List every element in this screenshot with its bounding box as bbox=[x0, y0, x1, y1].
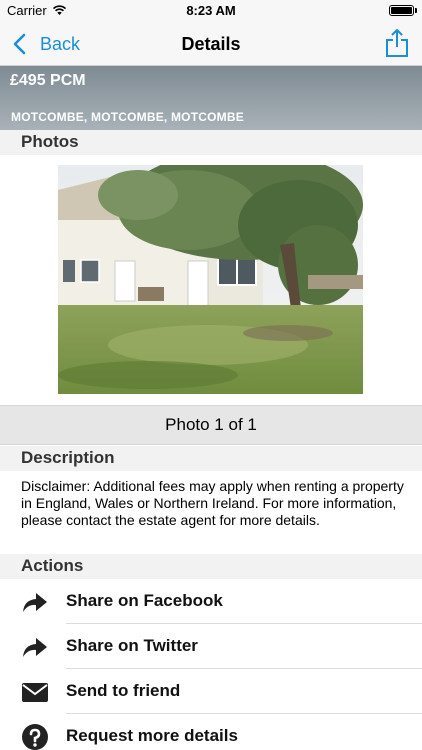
share-arrow-icon bbox=[23, 638, 47, 657]
battery-tip bbox=[415, 8, 417, 13]
status-bar: Carrier 8:23 AM bbox=[0, 0, 422, 22]
share-facebook-label: Share on Facebook bbox=[66, 591, 223, 610]
share-arrow-icon bbox=[23, 593, 47, 612]
request-details-label: Request more details bbox=[66, 726, 238, 745]
photo-container bbox=[0, 155, 422, 405]
send-to-friend-label: Send to friend bbox=[66, 681, 181, 700]
share-facebook-row[interactable]: Share on Facebook bbox=[0, 579, 422, 624]
battery-icon bbox=[389, 5, 414, 16]
share-twitter-label: Share on Twitter bbox=[66, 636, 198, 655]
status-time: 8:23 AM bbox=[186, 3, 236, 18]
photos-section-header: Photos bbox=[0, 130, 422, 155]
photos-section-label: Photos bbox=[21, 132, 79, 151]
request-details-row[interactable]: Request more details bbox=[0, 714, 422, 750]
description-text: Disclaimer: Additional fees may apply wh… bbox=[21, 478, 404, 528]
price-label: £495 PCM bbox=[10, 72, 86, 89]
photo-counter: Photo 1 of 1 bbox=[0, 405, 422, 445]
property-photo[interactable] bbox=[58, 165, 363, 394]
back-button[interactable]: Back bbox=[10, 30, 80, 58]
navigation-bar: Back Details bbox=[0, 22, 422, 66]
actions-section-label: Actions bbox=[21, 556, 84, 575]
back-label: Back bbox=[40, 33, 81, 54]
price-header: £495 PCM MOTCOMBE, MOTCOMBE, MOTCOMBE bbox=[0, 66, 422, 130]
chevron-left-icon bbox=[13, 33, 26, 55]
actions-section-header: Actions bbox=[0, 554, 422, 579]
envelope-icon bbox=[22, 683, 48, 702]
description-section-label: Description bbox=[21, 448, 115, 467]
share-icon[interactable] bbox=[384, 28, 410, 58]
description-section-header: Description bbox=[0, 446, 422, 471]
share-twitter-row[interactable]: Share on Twitter bbox=[0, 624, 422, 669]
send-to-friend-row[interactable]: Send to friend bbox=[0, 669, 422, 714]
question-circle-icon bbox=[22, 724, 48, 750]
address-label: MOTCOMBE, MOTCOMBE, MOTCOMBE bbox=[11, 110, 244, 124]
